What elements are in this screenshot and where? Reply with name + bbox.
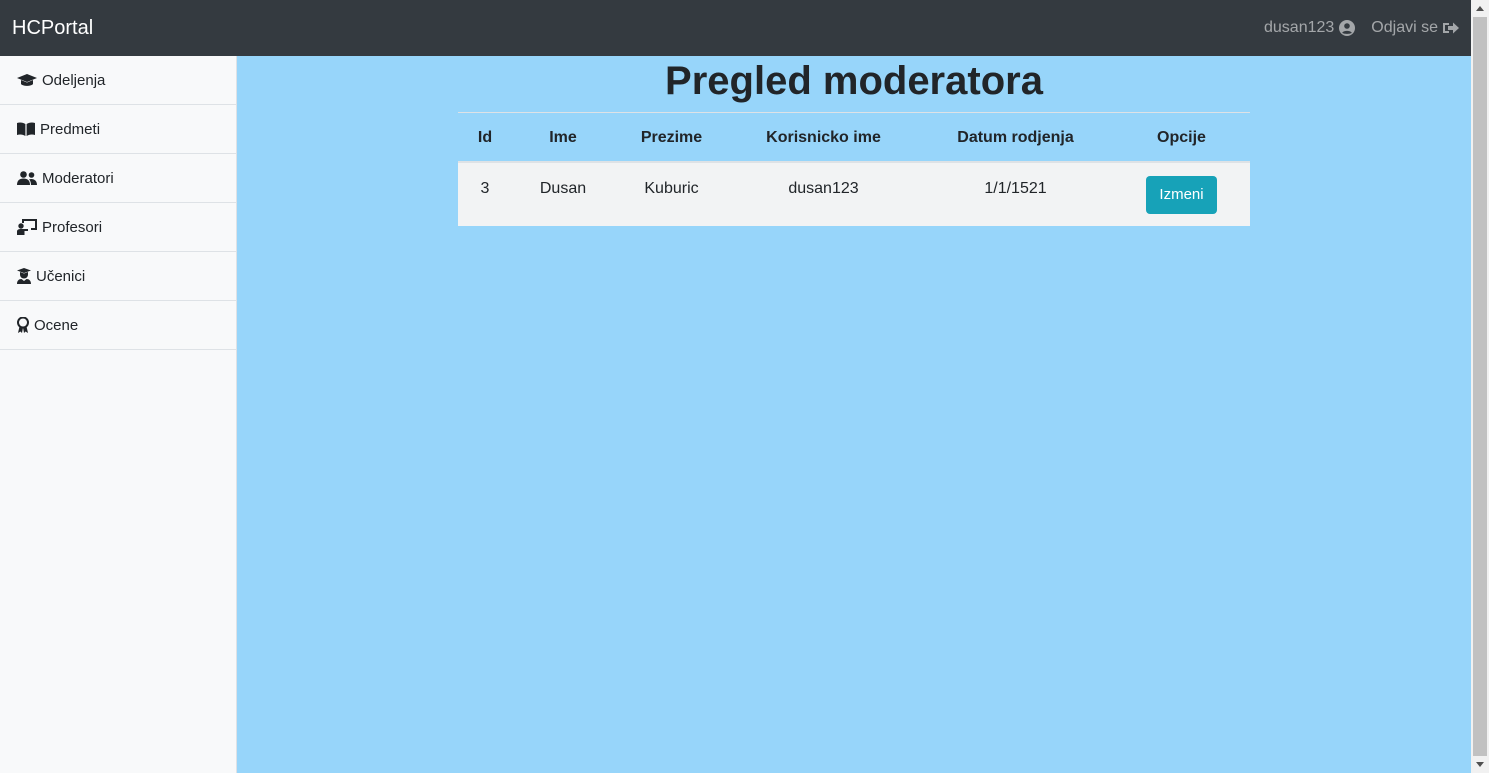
cell-prezime: Kuburic [614,161,729,226]
logout-link[interactable]: Odjavi se [1371,19,1459,37]
username-label: dusan123 [1264,19,1335,36]
moderators-table-container: Id Ime Prezime Korisnicko ime Datum rodj… [458,112,1250,226]
sidebar: Odeljenja Predmeti Moderatori Profesori [0,56,237,773]
user-circle-icon [1339,20,1356,36]
brand-logo[interactable]: HCPortal [12,17,93,40]
chalkboard-teacher-icon [17,219,37,235]
main-content: Pregled moderatora Id Ime Prezime Korisn… [237,56,1471,773]
logout-label: Odjavi se [1371,19,1438,36]
column-header-korisnicko-ime: Korisnicko ime [729,112,918,163]
column-header-ime: Ime [512,112,614,163]
award-icon [17,317,29,333]
cell-id: 3 [458,161,512,226]
sidebar-item-moderatori[interactable]: Moderatori [0,154,236,203]
top-navbar: HCPortal dusan123 Odjavi se [0,0,1471,56]
sidebar-item-odeljenja[interactable]: Odeljenja [0,56,236,105]
scroll-down-arrow[interactable] [1471,756,1489,773]
sidebar-item-label: Ocene [34,316,79,334]
users-icon [17,171,37,185]
column-header-prezime: Prezime [614,112,729,163]
sidebar-item-profesori[interactable]: Profesori [0,203,236,252]
moderators-table: Id Ime Prezime Korisnicko ime Datum rodj… [458,112,1250,226]
book-open-icon [17,122,35,136]
sidebar-item-predmeti[interactable]: Predmeti [0,105,236,154]
vertical-scrollbar[interactable] [1471,0,1489,773]
cell-ime: Dusan [512,161,614,226]
page-title: Pregled moderatora [665,59,1043,103]
navbar-right: dusan123 Odjavi se [1264,19,1459,37]
column-header-id: Id [458,112,512,163]
cell-datum-rodjenja: 1/1/1521 [918,161,1113,226]
caret-down-icon [1476,762,1484,767]
table-row: 3 Dusan Kuburic dusan123 1/1/1521 Izmeni [458,161,1250,226]
cell-korisnicko-ime: dusan123 [729,161,918,226]
sidebar-item-ocene[interactable]: Ocene [0,301,236,350]
cell-opcije: Izmeni [1113,161,1250,226]
user-graduate-icon [17,268,31,284]
sidebar-item-ucenici[interactable]: Učenici [0,252,236,301]
sidebar-item-label: Predmeti [40,120,101,138]
sidebar-item-label: Moderatori [42,169,114,187]
sidebar-item-label: Odeljenja [42,71,106,89]
caret-up-icon [1476,6,1484,11]
scroll-up-arrow[interactable] [1471,0,1489,17]
column-header-datum-rodjenja: Datum rodjenja [918,112,1113,163]
table-header-row: Id Ime Prezime Korisnicko ime Datum rodj… [458,112,1250,163]
scrollbar-thumb[interactable] [1473,17,1487,756]
edit-button[interactable]: Izmeni [1146,175,1217,214]
graduation-cap-icon [17,74,37,86]
column-header-opcije: Opcije [1113,112,1250,163]
user-profile-link[interactable]: dusan123 [1264,19,1356,37]
sidebar-item-label: Profesori [42,218,103,236]
sidebar-item-label: Učenici [36,267,86,285]
sign-out-icon [1443,22,1459,34]
